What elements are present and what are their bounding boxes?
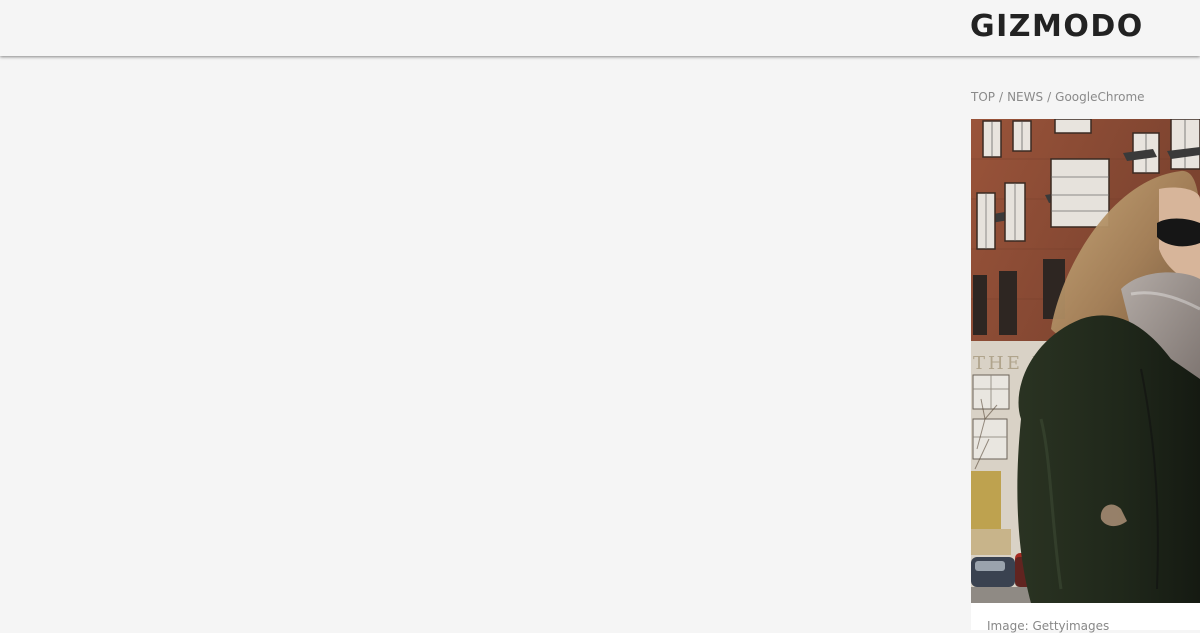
- breadcrumb-item-top[interactable]: TOP: [971, 90, 995, 104]
- breadcrumb-item-news[interactable]: NEWS: [1007, 90, 1043, 104]
- image-caption: Image: Gettyimages: [987, 619, 1110, 633]
- breadcrumb: TOP / NEWS / GoogleChrome: [971, 89, 1145, 105]
- breadcrumb-item-googlechrome[interactable]: GoogleChrome: [1055, 90, 1144, 104]
- image-caption-box: Image: Gettyimages: [971, 603, 1200, 633]
- gizmodo-logo[interactable]: GIZMODO: [970, 8, 1144, 46]
- site-header: GIZMODO: [0, 0, 1200, 56]
- breadcrumb-separator: /: [1047, 90, 1052, 104]
- hero-image: THE PO: [971, 119, 1200, 603]
- breadcrumb-separator: /: [999, 90, 1004, 104]
